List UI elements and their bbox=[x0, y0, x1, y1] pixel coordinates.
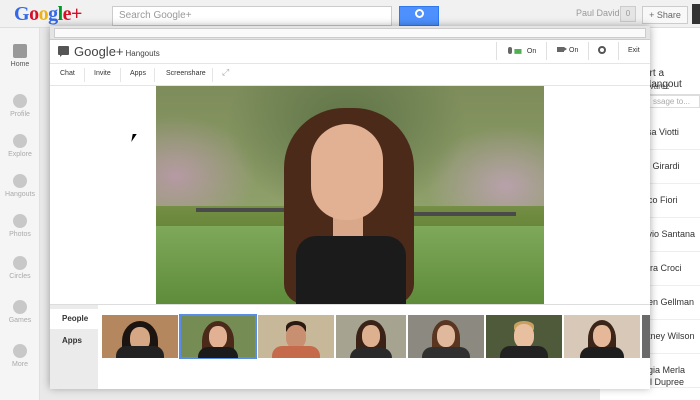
main-video-feed[interactable] bbox=[156, 86, 544, 304]
home-icon bbox=[13, 44, 27, 58]
mouse-cursor-icon bbox=[131, 134, 137, 142]
more-icon bbox=[13, 344, 27, 358]
profile-icon bbox=[13, 94, 27, 108]
tab-people[interactable]: People bbox=[50, 309, 98, 329]
participant-thumbnail[interactable] bbox=[179, 314, 257, 359]
chat-button[interactable]: Chat bbox=[60, 70, 75, 77]
hangouts-brand: Google+ Hangouts bbox=[74, 44, 160, 59]
divider bbox=[546, 42, 547, 60]
video-table bbox=[406, 212, 516, 234]
nav-item-home[interactable]: Home bbox=[0, 44, 40, 68]
url-field[interactable] bbox=[54, 28, 646, 38]
participant-filmstrip bbox=[98, 305, 650, 389]
invite-button[interactable]: Invite bbox=[94, 70, 111, 77]
tab-apps[interactable]: Apps bbox=[50, 331, 98, 351]
screenshare-button[interactable]: Screenshare bbox=[166, 70, 206, 77]
participant-thumbnail[interactable] bbox=[486, 315, 562, 358]
nav-item-games[interactable]: Games bbox=[0, 300, 40, 324]
apps-button[interactable]: Apps bbox=[130, 70, 146, 77]
hangouts-icon bbox=[13, 174, 27, 188]
search-icon bbox=[415, 9, 424, 18]
google-plus-topbar: Google+ Search Google+ Paul David 0 + Sh… bbox=[0, 0, 700, 28]
divider bbox=[154, 68, 155, 82]
divider bbox=[618, 42, 619, 60]
microphone-icon bbox=[508, 47, 512, 54]
search-input[interactable]: Search Google+ bbox=[112, 6, 392, 26]
settings-button[interactable] bbox=[598, 46, 606, 56]
circles-icon bbox=[13, 256, 27, 270]
participant-thumbnail[interactable] bbox=[336, 315, 406, 358]
hangouts-logo-icon bbox=[58, 46, 69, 57]
nav-item-hangouts[interactable]: Hangouts bbox=[0, 174, 40, 198]
divider bbox=[496, 42, 497, 60]
camera-icon bbox=[557, 47, 567, 52]
video-table bbox=[196, 208, 286, 230]
browser-address-bar bbox=[50, 26, 650, 40]
games-icon bbox=[13, 300, 27, 314]
explore-icon bbox=[13, 134, 27, 148]
notifications-count[interactable]: 0 bbox=[620, 6, 636, 22]
camera-toggle[interactable]: On bbox=[557, 47, 578, 54]
hangout-window: Google+ Hangouts ▮▮▮ On On Exit Chat Invit… bbox=[50, 26, 650, 389]
divider bbox=[212, 68, 213, 82]
gear-icon bbox=[598, 46, 606, 54]
speaker-face bbox=[311, 124, 383, 220]
participant-thumbnail[interactable] bbox=[258, 315, 334, 358]
participants-area: People Apps bbox=[50, 304, 650, 389]
main-video-stage bbox=[50, 86, 650, 304]
speaker-body bbox=[296, 236, 406, 304]
share-button[interactable]: + Share bbox=[642, 6, 688, 24]
user-name[interactable]: Paul David bbox=[576, 8, 620, 18]
mic-toggle[interactable]: ▮▮▮ On bbox=[508, 47, 536, 55]
expand-icon[interactable]: ⤢ bbox=[222, 67, 229, 78]
exit-button[interactable]: Exit bbox=[628, 47, 640, 54]
participant-thumbnail[interactable] bbox=[408, 315, 484, 358]
nav-item-more[interactable]: More bbox=[0, 344, 40, 368]
participant-thumbnail[interactable] bbox=[564, 315, 640, 358]
divider bbox=[588, 42, 589, 60]
hangout-toolbar: Chat Invite Apps Screenshare ⤢ bbox=[50, 64, 650, 86]
message-input[interactable]: ssage to... bbox=[648, 94, 700, 108]
google-plus-logo[interactable]: Google+ bbox=[14, 3, 82, 26]
hangout-titlebar: Google+ Hangouts ▮▮▮ On On Exit bbox=[50, 40, 650, 64]
photos-icon bbox=[13, 214, 27, 228]
left-navigation: Home Profile Explore Hangouts Photos Cir… bbox=[0, 28, 40, 400]
participants-tabs: People Apps bbox=[50, 305, 98, 389]
divider bbox=[84, 68, 85, 82]
nav-item-explore[interactable]: Explore bbox=[0, 134, 40, 158]
nav-item-circles[interactable]: Circles bbox=[0, 256, 40, 280]
participant-thumbnail[interactable] bbox=[102, 315, 178, 358]
participant-thumbnail[interactable] bbox=[642, 315, 650, 358]
nav-item-photos[interactable]: Photos bbox=[0, 214, 40, 238]
mic-level-icon: ▮▮▮ bbox=[514, 49, 522, 55]
avatar[interactable] bbox=[692, 4, 700, 24]
search-button[interactable] bbox=[399, 6, 439, 26]
nav-item-profile[interactable]: Profile bbox=[0, 94, 40, 118]
divider bbox=[120, 68, 121, 82]
